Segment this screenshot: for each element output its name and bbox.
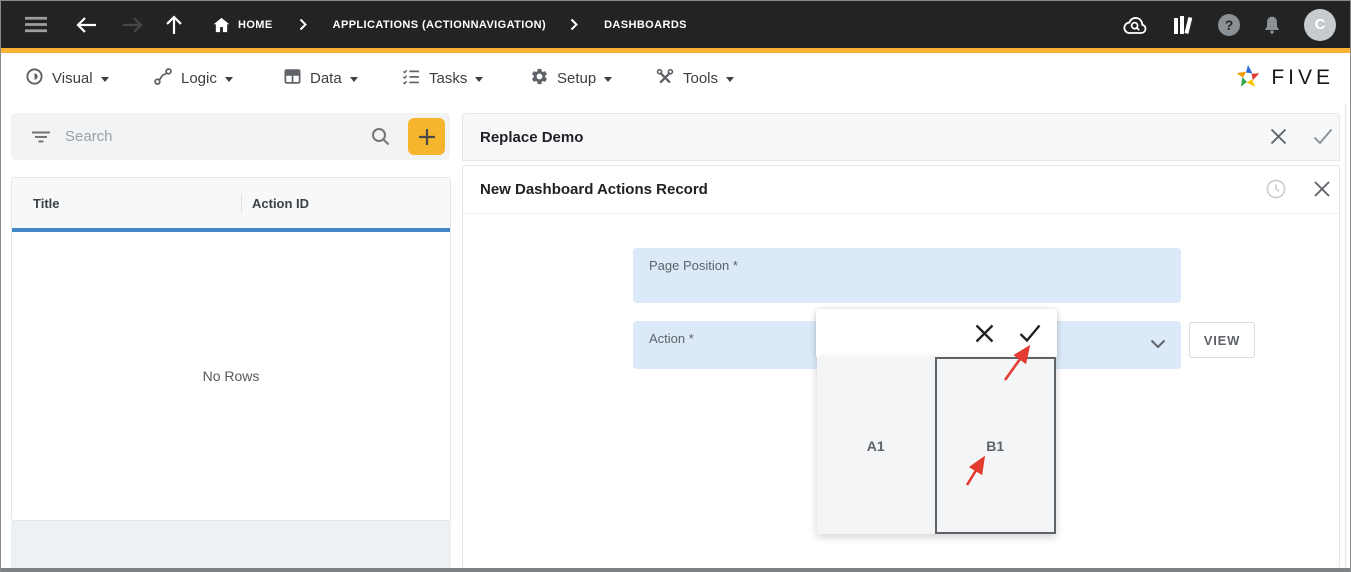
chevron-right-icon (570, 18, 578, 31)
menu-tools[interactable]: Tools (655, 53, 734, 103)
five-logo-icon (1233, 61, 1263, 96)
library-books-icon[interactable] (1171, 14, 1196, 36)
menu-setup-label: Setup (557, 70, 596, 87)
caret-down-icon (604, 77, 612, 82)
up-arrow-icon[interactable] (165, 15, 183, 35)
help-glyph: ? (1225, 17, 1234, 33)
breadcrumb-dashboards[interactable]: DASHBOARDS (604, 19, 687, 31)
tasks-checklist-icon (401, 67, 421, 90)
tools-wrench-icon (655, 67, 675, 90)
home-icon[interactable] (213, 17, 230, 33)
menu-tools-label: Tools (683, 70, 718, 87)
action-label: Action * (649, 331, 694, 346)
record-title: New Dashboard Actions Record (480, 181, 708, 198)
menu-data-label: Data (310, 70, 342, 87)
visual-eye-icon (25, 67, 44, 90)
back-arrow-icon[interactable] (76, 16, 97, 34)
user-avatar[interactable]: C (1304, 9, 1336, 41)
history-clock-icon[interactable] (1266, 179, 1286, 199)
menu-tasks[interactable]: Tasks (401, 53, 483, 103)
menu-logic-label: Logic (181, 70, 217, 87)
caret-down-icon (726, 77, 734, 82)
five-brand-text: FIVE (1271, 66, 1334, 90)
record-form-header: New Dashboard Actions Record (463, 166, 1339, 214)
search-bar (11, 113, 450, 160)
confirm-check-icon[interactable] (1313, 128, 1333, 145)
breadcrumb-home[interactable]: HOME (238, 19, 273, 31)
chevron-down-icon[interactable] (1150, 339, 1166, 349)
grid-footer (11, 521, 451, 569)
column-header-title[interactable]: Title (33, 196, 60, 211)
page-position-label: Page Position * (649, 258, 738, 273)
menu-data[interactable]: Data (283, 53, 358, 103)
column-divider (241, 194, 242, 213)
popup-confirm-check-icon[interactable] (1019, 324, 1041, 342)
menu-toolbar: Visual Logic Data Tasks (1, 53, 1350, 103)
scrollbar-track[interactable] (1345, 103, 1346, 569)
menu-logic[interactable]: Logic (153, 53, 233, 103)
search-icon[interactable] (371, 127, 390, 146)
setup-gear-icon (530, 67, 549, 90)
notifications-bell-icon[interactable] (1262, 14, 1282, 36)
help-icon[interactable]: ? (1218, 14, 1240, 36)
avatar-initial: C (1315, 16, 1326, 33)
close-icon[interactable] (1270, 128, 1287, 145)
cell-b1-selected[interactable]: B1 (935, 357, 1057, 534)
chevron-right-icon (299, 18, 307, 31)
search-input[interactable] (65, 128, 371, 145)
forward-arrow-icon[interactable] (122, 16, 143, 34)
five-brand: FIVE (1233, 53, 1334, 103)
caret-down-icon (350, 77, 358, 82)
records-grid: Title Action ID No Rows (11, 177, 451, 521)
caret-down-icon (225, 77, 233, 82)
cell-picker-grid: A1 B1 (817, 357, 1056, 534)
filter-icon[interactable] (31, 130, 51, 144)
no-rows-message: No Rows (203, 368, 260, 384)
top-navbar: HOME APPLICATIONS (ACTIONNAVIGATION) DAS… (1, 1, 1350, 48)
replace-demo-bar: Replace Demo (462, 113, 1340, 161)
panel-title: Replace Demo (480, 129, 583, 146)
menu-tasks-label: Tasks (429, 70, 467, 87)
caret-down-icon (475, 77, 483, 82)
grid-header: Title Action ID (12, 178, 450, 228)
cloud-search-icon[interactable] (1122, 14, 1149, 35)
hamburger-menu-icon[interactable] (25, 16, 47, 33)
menu-visual-label: Visual (52, 70, 93, 87)
page-position-field[interactable]: Page Position * (633, 248, 1181, 303)
app-window: HOME APPLICATIONS (ACTIONNAVIGATION) DAS… (0, 0, 1351, 572)
window-bottom-border (1, 568, 1350, 572)
column-header-action-id[interactable]: Action ID (252, 196, 309, 211)
menu-visual[interactable]: Visual (25, 53, 109, 103)
view-button[interactable]: VIEW (1189, 322, 1255, 358)
navbar-right-icons: ? C (1122, 9, 1336, 41)
grid-body: No Rows (12, 232, 450, 520)
cell-a1[interactable]: A1 (817, 357, 935, 534)
popup-cancel-icon[interactable] (975, 324, 994, 343)
caret-down-icon (101, 77, 109, 82)
logic-flow-icon (153, 67, 173, 90)
data-table-icon (283, 67, 302, 90)
add-record-button[interactable] (408, 118, 445, 155)
menu-setup[interactable]: Setup (530, 53, 612, 103)
cell-picker-toolbar (816, 309, 1057, 357)
close-icon[interactable] (1314, 181, 1330, 197)
breadcrumb-applications[interactable]: APPLICATIONS (ACTIONNAVIGATION) (333, 19, 546, 31)
